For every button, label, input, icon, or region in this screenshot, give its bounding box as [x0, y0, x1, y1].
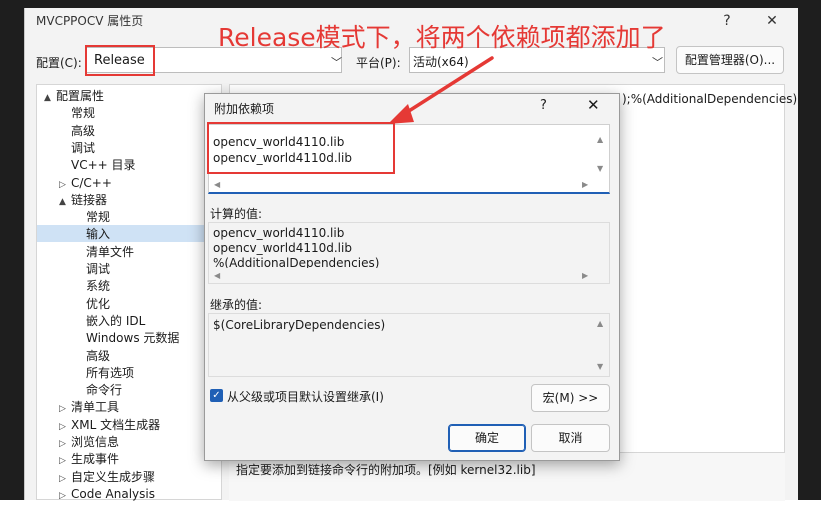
annotation-arrow	[388, 56, 494, 124]
